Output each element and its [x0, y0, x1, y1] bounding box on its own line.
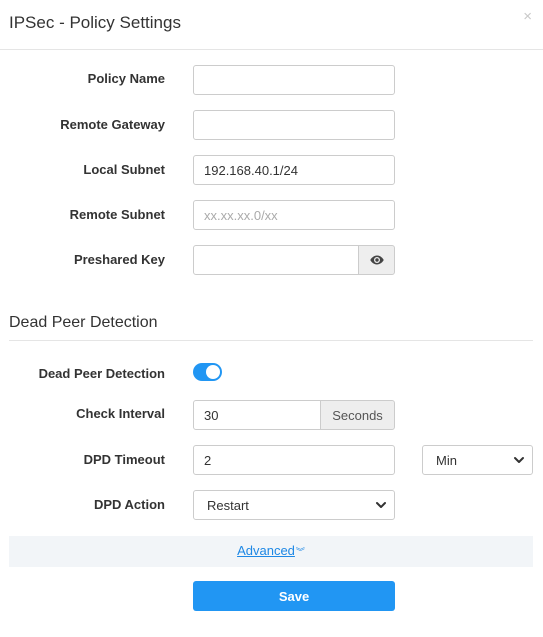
advanced-label: Advanced [237, 543, 295, 558]
local-subnet-label: Local Subnet [83, 162, 165, 177]
double-chevron-down-icon: ︾ [295, 547, 305, 557]
modal-header: IPSec - Policy Settings × [0, 0, 543, 50]
dpd-timeout-unit-select[interactable]: Min [422, 445, 533, 475]
eye-icon [369, 255, 384, 265]
check-interval-label: Check Interval [76, 406, 165, 421]
toggle-key-visibility-button[interactable] [358, 245, 395, 275]
preshared-key-input[interactable] [193, 245, 359, 275]
remote-gateway-label: Remote Gateway [60, 117, 165, 132]
dpd-timeout-input[interactable] [193, 445, 395, 475]
toggle-knob [206, 365, 220, 379]
dpd-section-title: Dead Peer Detection [9, 314, 158, 331]
chevron-down-icon [376, 502, 386, 508]
policy-name-label: Policy Name [87, 71, 165, 86]
dpd-action-select[interactable]: Restart [193, 490, 395, 520]
chevron-down-icon [514, 457, 524, 463]
advanced-link[interactable]: Advanced︾ [237, 543, 305, 558]
local-subnet-input[interactable] [193, 155, 395, 185]
advanced-bar: Advanced︾ [9, 536, 533, 567]
preshared-key-label: Preshared Key [73, 252, 165, 267]
dpd-enable-label: Dead Peer Detection [38, 366, 165, 381]
save-button[interactable]: Save [193, 581, 395, 611]
remote-subnet-label: Remote Subnet [69, 207, 165, 222]
dpd-timeout-unit-value: Min [436, 452, 457, 468]
remote-gateway-input[interactable] [193, 110, 395, 140]
policy-name-input[interactable] [193, 65, 395, 95]
dpd-timeout-label: DPD Timeout [83, 452, 165, 467]
dpd-action-value: Restart [207, 497, 249, 513]
modal-title: IPSec - Policy Settings [9, 13, 181, 32]
dpd-enable-toggle[interactable] [193, 363, 222, 381]
dpd-action-label: DPD Action [93, 497, 165, 512]
remote-subnet-input[interactable] [193, 200, 395, 230]
check-interval-input[interactable] [193, 400, 321, 430]
section-divider [9, 340, 533, 341]
check-interval-unit: Seconds [320, 400, 395, 430]
close-icon[interactable]: × [523, 9, 532, 25]
